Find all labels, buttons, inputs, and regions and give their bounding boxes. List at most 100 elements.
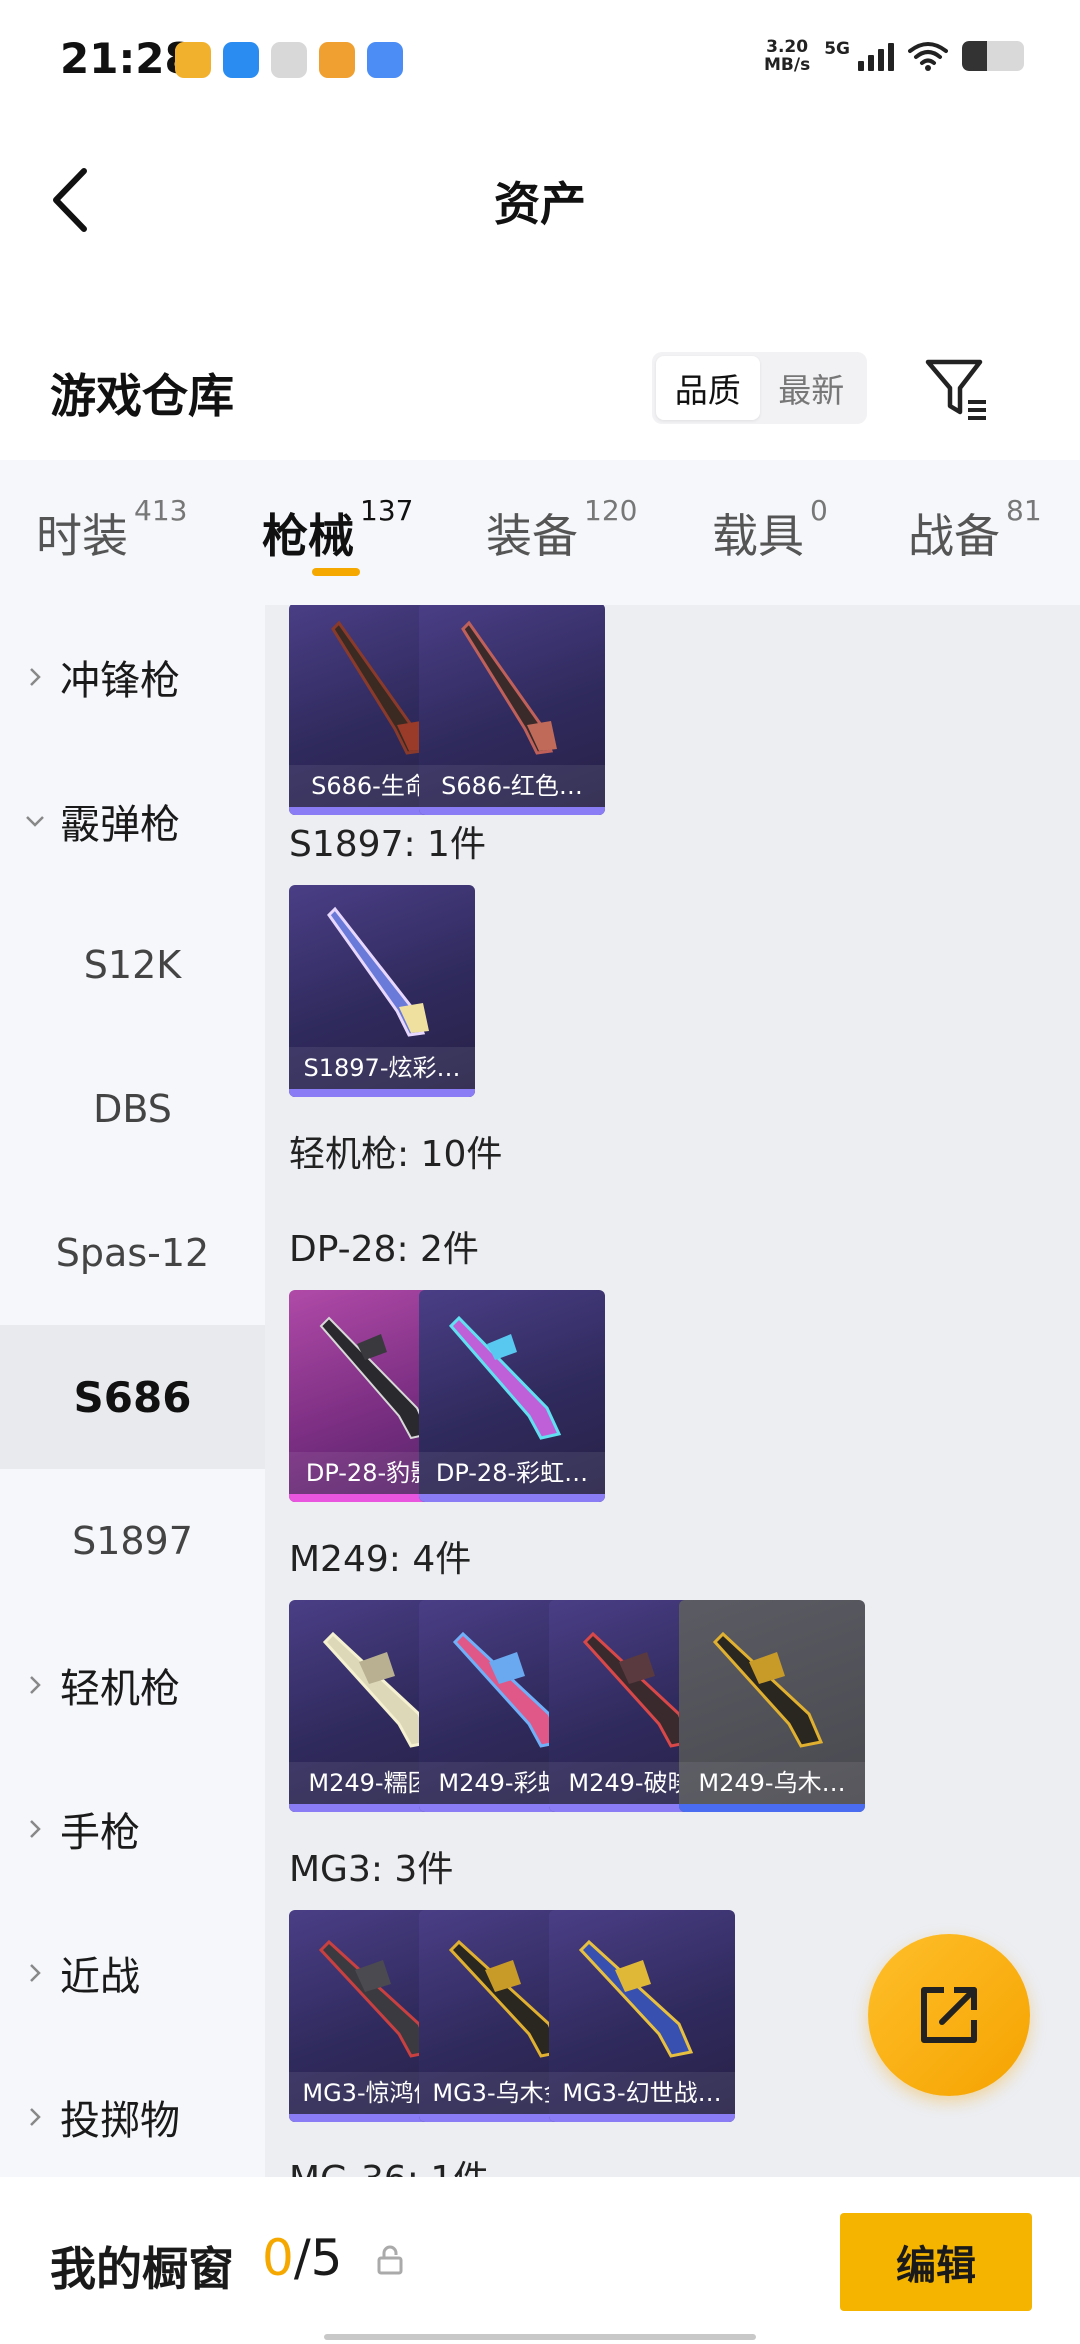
sort-newest-button[interactable]: 最新	[760, 356, 864, 420]
group-label-mg3: MG3: 3件	[289, 1849, 454, 1890]
sidebar-item-label: 霰弹枪	[60, 802, 180, 848]
tab-firearms-count: 137	[360, 494, 414, 527]
rarity-bar	[419, 807, 605, 815]
tab-equipment-label: 装备	[486, 509, 578, 563]
item-name: MG3-幻世战…	[549, 2072, 735, 2114]
tab-firearms[interactable]: 枪械 137	[262, 494, 413, 566]
item-card-dp28-2[interactable]: DP-28-彩虹…	[419, 1290, 605, 1502]
sidebar-item-s686[interactable]: S686	[0, 1325, 265, 1469]
group-label-dp28: DP-28: 2件	[289, 1229, 479, 1270]
chevron-right-icon	[30, 1820, 41, 1838]
tab-equipment-count: 120	[584, 494, 638, 527]
active-tab-indicator	[312, 568, 360, 576]
home-indicator	[324, 2334, 756, 2340]
sidebar-item-label: 近战	[60, 1954, 140, 2000]
rarity-bar	[549, 2114, 735, 2122]
showcase-total: /5	[293, 2229, 343, 2287]
app-icon-3	[271, 42, 307, 78]
sidebar-item-label: 轻机枪	[60, 1666, 180, 1712]
shotgun-icon	[461, 620, 557, 755]
shotgun-icon	[327, 906, 429, 1037]
item-name: S1897-炫彩…	[289, 1047, 475, 1089]
battery-icon	[962, 41, 1024, 71]
network-speed: 3.20 MB/s	[764, 38, 810, 74]
sidebar-item-melee[interactable]: 近战	[0, 1901, 265, 2045]
sidebar-item-throwables[interactable]: 投掷物	[0, 2045, 265, 2177]
group-label-mg36: MG-36: 1件	[289, 2150, 489, 2177]
showcase-count: 0/5	[262, 2229, 342, 2287]
sidebar-item-smg[interactable]: 冲锋枪	[0, 605, 265, 749]
chevron-down-icon	[26, 816, 44, 827]
filter-icon	[925, 359, 986, 420]
rarity-bar	[289, 1089, 475, 1097]
item-name: DP-28-彩虹…	[419, 1452, 605, 1494]
category-tabs: 时装 413 枪械 137 装备 120 载具 0 战备 81	[0, 460, 1080, 605]
sidebar-item-label: 投掷物	[60, 2098, 180, 2144]
item-card-s1897-1[interactable]: S1897-炫彩…	[289, 885, 475, 1097]
bottom-bar: 我的橱窗 0/5 编辑	[0, 2177, 1080, 2344]
tab-fashion-count: 413	[134, 494, 188, 527]
sidebar-item-lmg[interactable]: 轻机枪	[0, 1613, 265, 1757]
machine-gun-icon	[448, 1315, 562, 1440]
status-app-icons	[175, 42, 403, 78]
share-icon	[921, 1987, 977, 2043]
item-card-s686-2[interactable]: S686-红色…	[419, 605, 605, 815]
chevron-right-icon	[30, 1964, 41, 1982]
app-icon-2	[223, 42, 259, 78]
tab-fashion[interactable]: 时装 413	[36, 494, 187, 566]
net-speed-value: 3.20	[766, 37, 809, 57]
group-label-m249: M249: 4件	[289, 1539, 472, 1580]
app-icon-4	[319, 42, 355, 78]
warehouse-header: 游戏仓库 品质 最新	[0, 340, 1080, 460]
sort-quality-button[interactable]: 品质	[656, 356, 760, 420]
edit-button[interactable]: 编辑	[840, 2213, 1032, 2311]
app-icon-5	[367, 42, 403, 78]
sidebar-item-s1897[interactable]: S1897	[0, 1469, 265, 1613]
rarity-bar	[679, 1804, 865, 1812]
sidebar-item-shotgun[interactable]: 霰弹枪	[0, 749, 265, 893]
showcase-current: 0	[262, 2229, 294, 2287]
item-name: M249-乌木…	[679, 1762, 865, 1804]
group-label-lmg: 轻机枪: 10件	[289, 1134, 503, 1175]
sidebar-item-dbs[interactable]: DBS	[0, 1037, 265, 1181]
lock-icon	[377, 2245, 403, 2275]
item-card-mg3-3[interactable]: MG3-幻世战…	[549, 1910, 735, 2122]
net-speed-unit: MB/s	[764, 55, 811, 75]
page-title: 资产	[494, 177, 586, 231]
tab-supplies-label: 战备	[908, 509, 1000, 563]
machine-gun-icon	[578, 1939, 694, 2058]
sidebar-item-label: 手枪	[60, 1810, 140, 1856]
sidebar-item-s12k[interactable]: S12K	[0, 893, 265, 1037]
sort-toggle: 品质 最新	[652, 352, 867, 424]
tab-vehicles-count: 0	[810, 494, 828, 527]
tab-supplies[interactable]: 战备 81	[908, 494, 1042, 566]
sidebar-item-label: 冲锋枪	[60, 658, 180, 704]
chevron-right-icon	[30, 2108, 41, 2126]
share-button[interactable]	[868, 1934, 1030, 2096]
machine-gun-icon	[712, 1631, 824, 1748]
status-bar: 21:28 3.20 MB/s 5G	[0, 0, 1080, 120]
tab-vehicles-label: 载具	[712, 509, 804, 563]
item-card-m249-4[interactable]: M249-乌木…	[679, 1600, 865, 1812]
app-root: 21:28 3.20 MB/s 5G 资产 游戏仓库 品质 最新 时装 413 …	[0, 0, 1080, 2344]
tab-supplies-count: 81	[1006, 494, 1042, 527]
signal-icon	[858, 41, 894, 71]
sidebar: 冲锋枪 霰弹枪 S12K DBS Spas-12 S686 S1897 轻机枪 …	[0, 605, 265, 2177]
status-time: 21:28	[60, 34, 194, 83]
sidebar-item-pistol[interactable]: 手枪	[0, 1757, 265, 1901]
tab-fashion-label: 时装	[36, 509, 128, 563]
sidebar-item-spas12[interactable]: Spas-12	[0, 1181, 265, 1325]
wifi-icon	[908, 42, 948, 71]
tab-firearms-label: 枪械	[262, 509, 354, 563]
chevron-right-icon	[30, 668, 41, 686]
rarity-bar	[419, 1494, 605, 1502]
chevron-right-icon	[30, 1676, 41, 1694]
tab-vehicles[interactable]: 载具 0	[712, 494, 828, 566]
header: 资产	[0, 130, 1080, 270]
item-name: S686-红色…	[419, 765, 605, 807]
group-label-s1897: S1897: 1件	[289, 824, 486, 865]
tab-equipment[interactable]: 装备 120	[486, 494, 637, 566]
network-type: 5G	[824, 39, 850, 59]
app-icon-1	[175, 42, 211, 78]
filter-button[interactable]	[922, 354, 992, 424]
